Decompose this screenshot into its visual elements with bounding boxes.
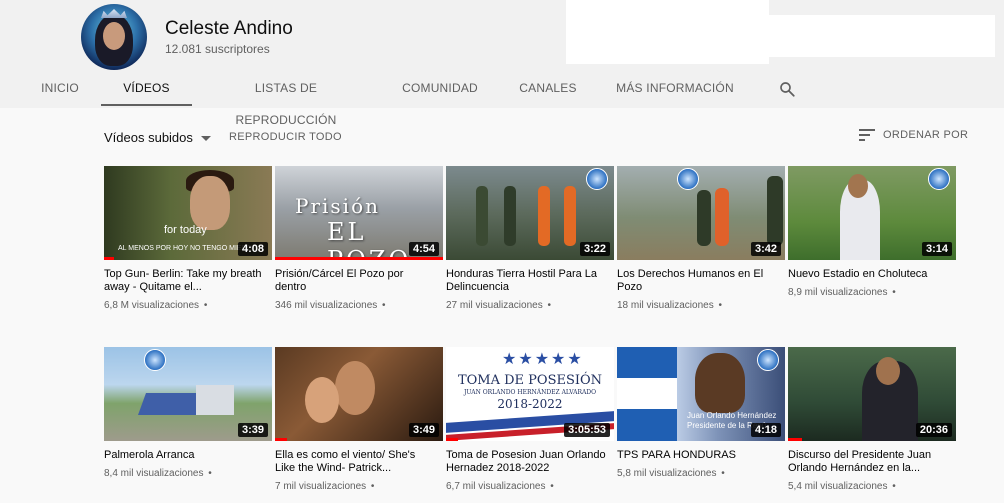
video-meta: 346 mil visualizaciones •	[275, 300, 386, 311]
search-icon[interactable]	[778, 80, 796, 98]
uploads-filter-dropdown[interactable]: Vídeos subidos	[104, 130, 211, 145]
video-meta: 8,9 mil visualizaciones •	[788, 287, 896, 298]
video-thumbnail[interactable]: 3:42	[617, 166, 785, 260]
video-title[interactable]: TPS PARA HONDURAS	[617, 449, 777, 462]
sort-icon	[859, 129, 875, 142]
video-card[interactable]: 3:22 Honduras Tierra Hostil Para La Deli…	[446, 166, 614, 311]
thumbnail-text: Prisión	[295, 194, 380, 218]
video-title[interactable]: Los Derechos Humanos en El Pozo	[617, 268, 777, 294]
video-thumbnail[interactable]: Prisión EL POZO 4:54	[275, 166, 443, 260]
view-count: 6,8 M visualizaciones	[104, 300, 200, 311]
channel-tabs: INICIO VÍDEOS LISTAS DE REPRODUCCIÓN COM…	[0, 72, 1004, 127]
video-duration: 3:39	[237, 423, 268, 437]
video-card[interactable]: for today AL MENOS POR HOY NO TENGO MIED…	[104, 166, 272, 311]
caret-down-icon	[200, 136, 211, 142]
video-meta: 7 mil visualizaciones •	[275, 481, 375, 492]
video-duration: 4:54	[408, 242, 439, 256]
video-duration: 3:42	[750, 242, 781, 256]
channel-header: Celeste Andino 12.081 suscriptores INICI…	[0, 0, 1004, 127]
watch-progress-bar	[446, 438, 458, 441]
video-thumbnail[interactable]: 3:39	[104, 347, 272, 441]
video-title[interactable]: Toma de Posesion Juan Orlando Hernadez 2…	[446, 449, 606, 475]
thumbnail-subtitle: AL MENOS POR HOY NO TENGO MIEDO	[118, 245, 253, 252]
video-card[interactable]: 20:36 Discurso del Presidente Juan Orlan…	[788, 347, 956, 492]
video-title[interactable]: Discurso del Presidente Juan Orlando Her…	[788, 449, 948, 475]
video-card[interactable]: 3:14 Nuevo Estadio en Choluteca 8,9 mil …	[788, 166, 956, 298]
play-all-button[interactable]: REPRODUCIR TODO	[229, 131, 342, 143]
video-duration: 3:22	[579, 242, 610, 256]
video-thumbnail[interactable]: 3:49	[275, 347, 443, 441]
tab-community[interactable]: COMUNIDAD	[394, 72, 486, 106]
tab-videos[interactable]: VÍDEOS	[101, 72, 192, 106]
view-count: 5,8 mil visualizaciones	[617, 468, 717, 479]
watch-progress-bar	[275, 438, 287, 441]
subscriber-count: 12.081 suscriptores	[165, 42, 270, 56]
filter-label: Vídeos subidos	[104, 130, 193, 145]
video-meta: 6,7 mil visualizaciones •	[446, 481, 554, 492]
video-title[interactable]: Honduras Tierra Hostil Para La Delincuen…	[446, 268, 606, 294]
tab-channels[interactable]: CANALES	[510, 72, 586, 106]
video-thumbnail[interactable]: 3:22	[446, 166, 614, 260]
video-thumbnail[interactable]: ★★★★★ TOMA DE POSESIÓN JUAN ORLANDO HERN…	[446, 347, 614, 441]
video-meta: 5,8 mil visualizaciones •	[617, 468, 725, 479]
video-card[interactable]: ★★★★★ TOMA DE POSESIÓN JUAN ORLANDO HERN…	[446, 347, 614, 492]
video-thumbnail[interactable]: for today AL MENOS POR HOY NO TENGO MIED…	[104, 166, 272, 260]
video-title[interactable]: Top Gun- Berlin: Take my breath away - Q…	[104, 268, 264, 294]
video-meta: 5,4 mil visualizaciones •	[788, 481, 896, 492]
header-blank-panel	[566, 0, 769, 64]
view-count: 8,4 mil visualizaciones	[104, 468, 204, 479]
tab-about[interactable]: MÁS INFORMACIÓN	[612, 72, 738, 106]
video-duration: 3:49	[408, 423, 439, 437]
video-thumbnail[interactable]: Juan Orlando Hernández Presidente de la R…	[617, 347, 785, 441]
thumbnail-caption-name: Juan Orlando Hernández	[687, 411, 777, 420]
video-duration: 20:36	[915, 423, 952, 437]
video-card[interactable]: Prisión EL POZO 4:54 Prisión/Cárcel El P…	[275, 166, 443, 311]
video-thumbnail[interactable]: 20:36	[788, 347, 956, 441]
stars-icon: ★★★★★	[502, 351, 584, 368]
sort-button[interactable]: ORDENAR POR	[859, 129, 969, 142]
view-count: 6,7 mil visualizaciones	[446, 481, 546, 492]
watch-progress-bar	[104, 257, 114, 260]
view-count: 8,9 mil visualizaciones	[788, 287, 888, 298]
watch-progress-bar	[275, 257, 443, 260]
tab-playlists[interactable]: LISTAS DE REPRODUCCIÓN	[204, 72, 368, 127]
video-card[interactable]: 3:42 Los Derechos Humanos en El Pozo 18 …	[617, 166, 785, 311]
channel-watermark	[144, 349, 166, 371]
watch-progress-bar	[788, 438, 802, 441]
thumbnail-text: TOMA DE POSESIÓN	[457, 373, 603, 388]
video-duration: 4:08	[237, 242, 268, 256]
video-title[interactable]: Nuevo Estadio en Choluteca	[788, 268, 948, 281]
sort-label: ORDENAR POR	[883, 129, 969, 141]
channel-watermark	[757, 349, 779, 371]
video-duration: 3:14	[921, 242, 952, 256]
video-card[interactable]: Juan Orlando Hernández Presidente de la R…	[617, 347, 785, 479]
video-meta: 27 mil visualizaciones •	[446, 300, 551, 311]
view-count: 7 mil visualizaciones	[275, 481, 367, 492]
channel-avatar[interactable]	[81, 4, 147, 70]
video-title[interactable]: Prisión/Cárcel El Pozo por dentro	[275, 268, 435, 294]
view-count: 27 mil visualizaciones	[446, 300, 543, 311]
video-thumbnail[interactable]: 3:14	[788, 166, 956, 260]
video-card[interactable]: 3:49 Ella es como el viento/ She's Like …	[275, 347, 443, 492]
video-meta: 6,8 M visualizaciones •	[104, 300, 208, 311]
channel-name[interactable]: Celeste Andino	[165, 18, 293, 40]
header-blank-panel-2	[769, 15, 995, 57]
video-meta: 8,4 mil visualizaciones •	[104, 468, 212, 479]
view-count: 346 mil visualizaciones	[275, 300, 378, 311]
thumbnail-caption: for today	[164, 224, 207, 236]
view-count: 18 mil visualizaciones	[617, 300, 714, 311]
thumbnail-text: JUAN ORLANDO HERNÁNDEZ ALVARADO	[463, 389, 597, 396]
video-meta: 18 mil visualizaciones •	[617, 300, 722, 311]
channel-watermark	[677, 168, 699, 190]
tab-inicio[interactable]: INICIO	[28, 72, 92, 106]
video-card[interactable]: 3:39 Palmerola Arranca 8,4 mil visualiza…	[104, 347, 272, 479]
thumbnail-text: 2018-2022	[497, 397, 563, 411]
view-count: 5,4 mil visualizaciones	[788, 481, 888, 492]
video-duration: 4:18	[750, 423, 781, 437]
video-title[interactable]: Palmerola Arranca	[104, 449, 264, 462]
channel-watermark	[586, 168, 608, 190]
video-title[interactable]: Ella es como el viento/ She's Like the W…	[275, 449, 435, 475]
channel-watermark	[928, 168, 950, 190]
video-duration: 3:05:53	[564, 423, 610, 437]
